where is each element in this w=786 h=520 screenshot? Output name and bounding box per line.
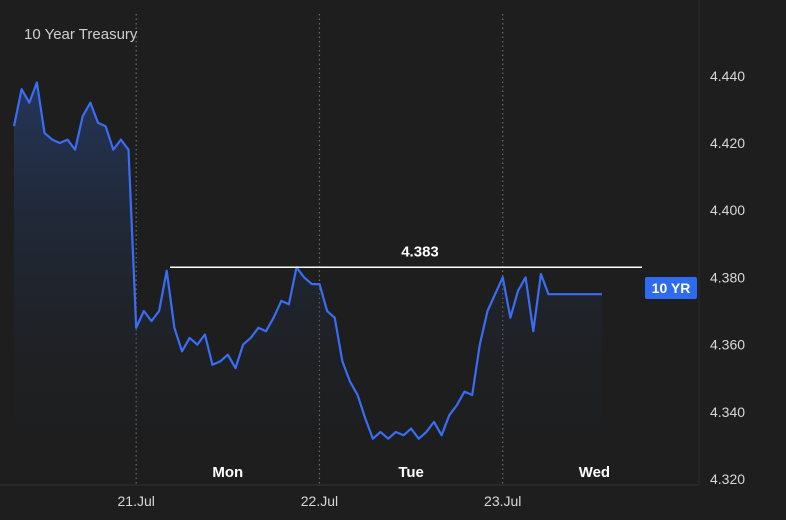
y-tick-label: 4.440 <box>710 68 745 84</box>
y-tick-label: 4.380 <box>710 269 745 285</box>
chart-canvas: 4.383 4.440 4.420 4.400 4.380 4.360 4.340 4.32… <box>0 0 745 509</box>
y-tick-label: 4.320 <box>710 471 745 487</box>
x-day-label: Wed <box>579 464 610 481</box>
y-tick-label: 4.420 <box>710 135 745 151</box>
x-date-label: 22.Jul <box>301 493 338 509</box>
y-tick-label: 4.340 <box>710 404 745 420</box>
x-day-label: Tue <box>398 464 424 481</box>
chart-container: 4.383 4.440 4.420 4.400 4.380 4.360 4.340 4.32… <box>0 0 786 520</box>
series-area <box>14 82 602 485</box>
x-date-label: 21.Jul <box>118 493 155 509</box>
series-badge: 10 YR <box>645 277 697 299</box>
chart-title: 10 Year Treasury <box>24 26 138 43</box>
x-date-label: 23.Jul <box>484 493 521 509</box>
y-tick-label: 4.400 <box>710 202 745 218</box>
reference-line-label: 4.383 <box>401 243 439 260</box>
x-day-label: Mon <box>212 464 243 481</box>
y-tick-label: 4.360 <box>710 337 745 353</box>
